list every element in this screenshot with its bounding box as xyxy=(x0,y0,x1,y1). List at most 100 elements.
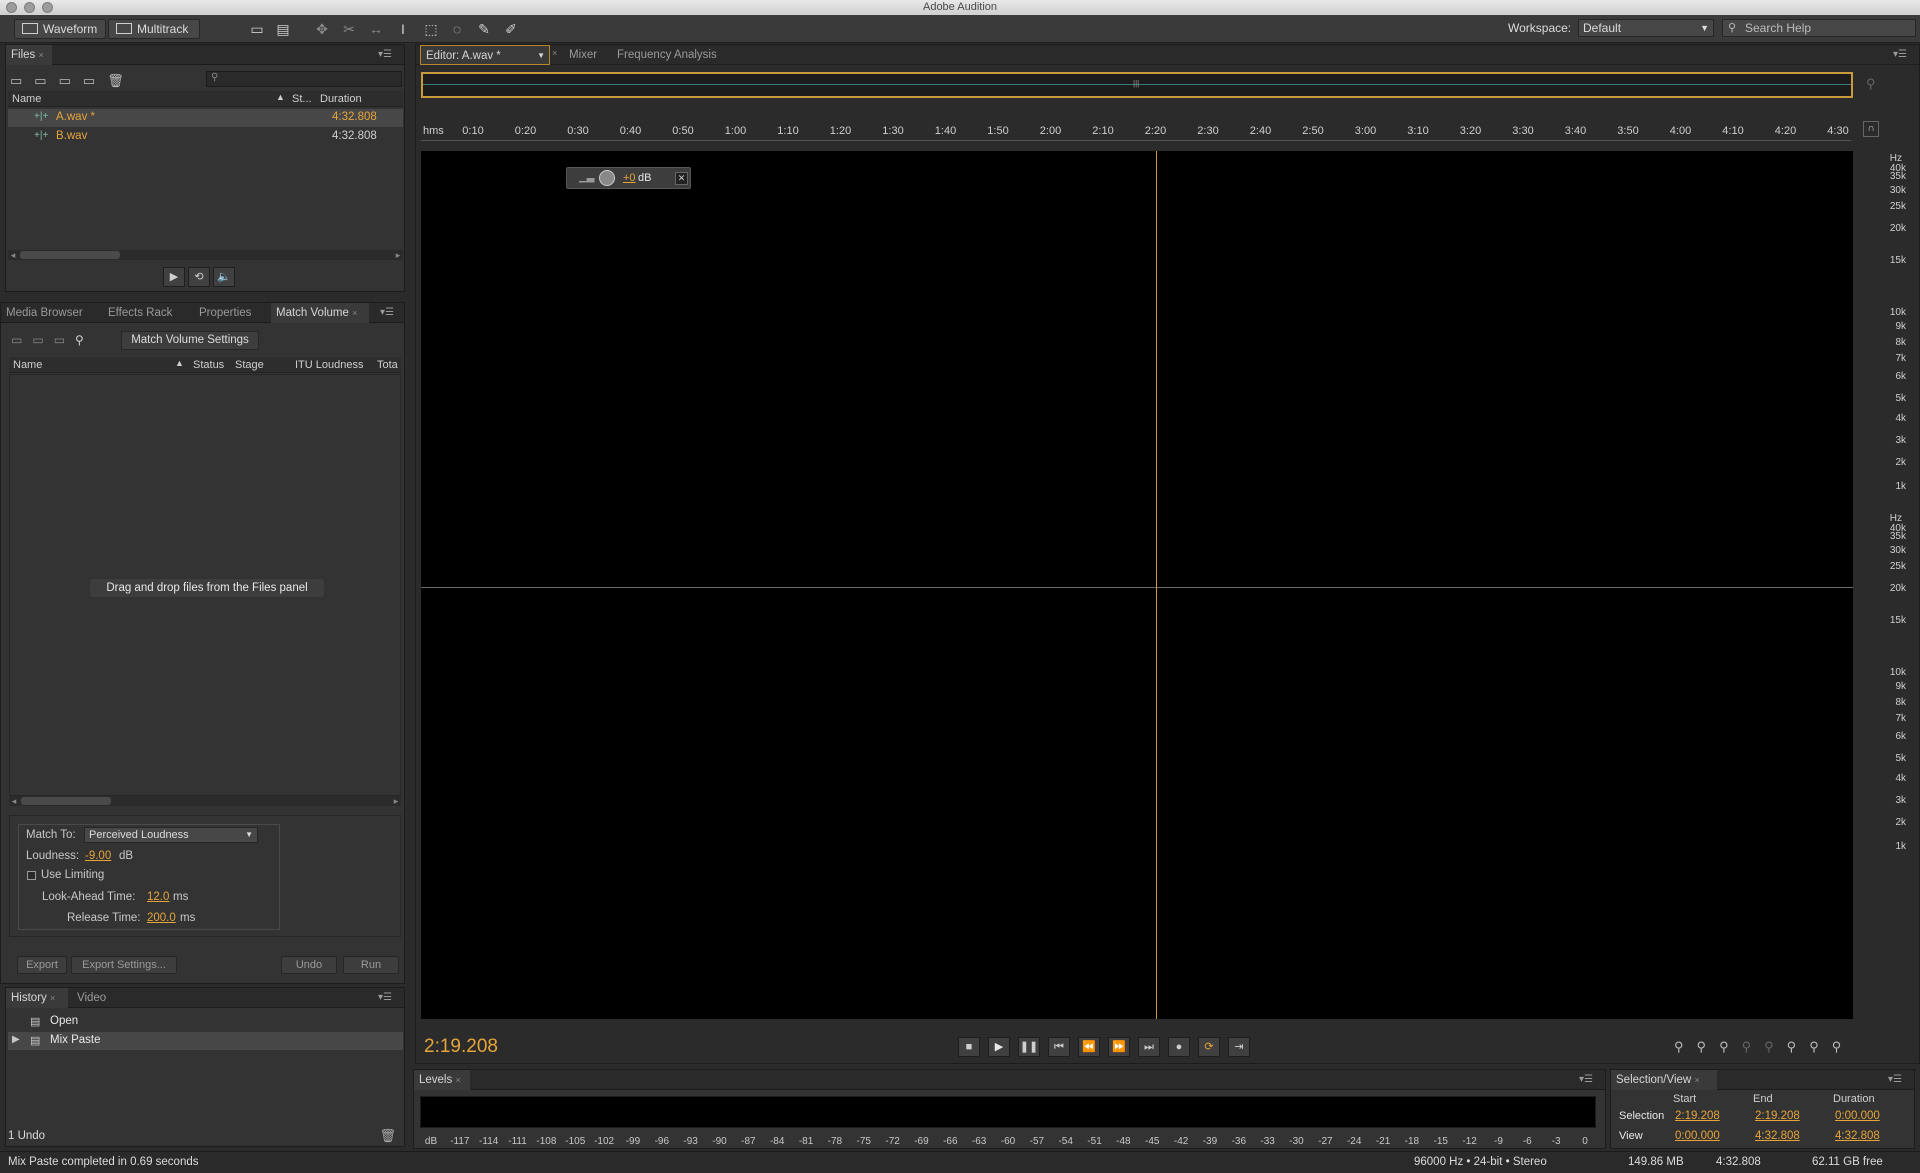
export-settings-button[interactable]: Export Settings... xyxy=(71,956,177,974)
trash-icon[interactable]: 🗑 xyxy=(107,73,136,88)
play-button[interactable]: ▶ xyxy=(988,1037,1010,1057)
close-icon[interactable]: × xyxy=(455,1075,460,1085)
open-folder-icon[interactable]: ▭ xyxy=(10,73,34,88)
files-search-input[interactable]: ⚲ xyxy=(206,71,402,87)
zoom-out-amplitude-icon[interactable]: ⚲ xyxy=(1697,1039,1720,1054)
insert-icon[interactable]: ▭ xyxy=(83,73,107,88)
scroll-right-icon[interactable]: ▸ xyxy=(393,250,403,260)
multitrack-view-button[interactable]: Multitrack xyxy=(108,19,200,39)
headphones-icon[interactable]: ∩ xyxy=(1863,121,1879,137)
zoom-selection-icon[interactable]: ⚲ xyxy=(1787,1039,1810,1054)
scrollbar-thumb[interactable] xyxy=(21,797,111,805)
current-time-display[interactable]: 2:19.208 xyxy=(424,1036,498,1058)
close-icon[interactable]: × xyxy=(352,308,357,318)
column-total[interactable]: Tota xyxy=(377,359,398,371)
export-button[interactable]: Export xyxy=(17,956,67,974)
tab-history[interactable]: History × xyxy=(6,988,68,1008)
zoom-in-left-icon[interactable]: ⚲ xyxy=(1809,1039,1832,1054)
rewind-button[interactable]: ⏪ xyxy=(1078,1037,1100,1057)
zoom-icon[interactable]: ⚲ xyxy=(1866,76,1876,92)
move-tool-icon[interactable]: ✥ xyxy=(313,20,331,38)
panel-menu-icon[interactable]: ▾☰ xyxy=(1888,1074,1902,1085)
expand-arrow-icon[interactable]: ▶ xyxy=(12,1034,20,1045)
match-to-select[interactable]: Perceived Loudness ▼ xyxy=(84,827,258,843)
remove-icon[interactable]: ▭ xyxy=(32,333,53,347)
scroll-right-icon[interactable]: ▸ xyxy=(391,796,401,806)
column-name[interactable]: Name xyxy=(12,93,41,105)
waveform-view-button[interactable]: Waveform xyxy=(14,19,106,39)
tab-editor[interactable]: Editor: A.wav * ▼ xyxy=(420,45,550,65)
brush-tool-icon[interactable]: ✎ xyxy=(475,20,493,38)
column-status[interactable]: Status xyxy=(193,359,224,371)
zoom-out-time-icon[interactable]: ⚲ xyxy=(1742,1039,1765,1054)
close-window-button[interactable] xyxy=(6,2,17,13)
file-row[interactable]: +|+ A.wav * 4:32.808 xyxy=(8,109,403,127)
panel-menu-icon[interactable]: ▾☰ xyxy=(380,307,394,318)
loop-button[interactable]: ⟲ xyxy=(188,267,210,287)
go-to-end-button[interactable]: ⏭ xyxy=(1138,1037,1160,1057)
pitch-display-icon[interactable]: ▤ xyxy=(274,20,292,38)
close-icon[interactable]: × xyxy=(1694,1075,1699,1085)
column-itu-loudness[interactable]: ITU Loudness xyxy=(295,359,363,371)
spot-healing-tool-icon[interactable]: ✐ xyxy=(502,20,520,38)
view-end[interactable]: 4:32.808 xyxy=(1755,1130,1800,1142)
zoom-in-amplitude-icon[interactable]: ⚲ xyxy=(1674,1039,1697,1054)
lasso-tool-icon[interactable]: ◌ xyxy=(448,20,466,38)
tab-files[interactable]: Files × xyxy=(6,45,52,65)
panel-menu-icon[interactable]: ▾☰ xyxy=(1579,1074,1593,1085)
loop-playback-button[interactable]: ⟳ xyxy=(1198,1037,1220,1057)
tab-levels[interactable]: Levels × xyxy=(414,1070,470,1090)
column-status[interactable]: St... xyxy=(292,93,312,105)
hud-gain-value[interactable]: +0 xyxy=(623,172,636,184)
minimize-window-button[interactable] xyxy=(24,2,35,13)
clear-icon[interactable]: ▭ xyxy=(54,333,75,347)
pause-button[interactable]: ❚❚ xyxy=(1018,1037,1040,1057)
zoom-full-icon[interactable]: ⚲ xyxy=(1764,1039,1787,1054)
hud-gain-control[interactable]: ▁▃ +0 dB ✕ xyxy=(566,167,691,189)
run-button[interactable]: Run xyxy=(343,956,399,974)
chevron-down-icon[interactable]: ▼ xyxy=(537,46,545,66)
stop-button[interactable]: ■ xyxy=(958,1037,980,1057)
slip-tool-icon[interactable]: ↔ xyxy=(367,20,385,38)
panel-menu-icon[interactable]: ▾☰ xyxy=(378,992,392,1003)
gain-knob-icon[interactable] xyxy=(599,170,615,186)
file-row[interactable]: +|+ B.wav 4:32.808 xyxy=(8,128,403,146)
tab-media-browser[interactable]: Media Browser xyxy=(1,303,88,323)
view-start[interactable]: 0:00.000 xyxy=(1675,1130,1720,1142)
files-horizontal-scrollbar[interactable]: ◂ ▸ xyxy=(8,250,403,260)
undo-button[interactable]: Undo xyxy=(281,956,337,974)
tab-video[interactable]: Video xyxy=(72,988,111,1008)
column-name[interactable]: Name xyxy=(13,359,42,371)
marquee-tool-icon[interactable]: ⬚ xyxy=(422,20,440,38)
zoom-window-button[interactable] xyxy=(42,2,53,13)
new-file-icon[interactable]: ▭ xyxy=(59,73,83,88)
go-to-start-button[interactable]: ⏮ xyxy=(1048,1037,1070,1057)
skip-selection-button[interactable]: ⇥ xyxy=(1228,1037,1250,1057)
trash-icon[interactable]: 🗑 xyxy=(379,1128,396,1144)
loudness-value[interactable]: -9.00 xyxy=(85,850,111,862)
zoom-in-time-icon[interactable]: ⚲ xyxy=(1719,1039,1742,1054)
tab-effects-rack[interactable]: Effects Rack xyxy=(103,303,177,323)
tab-selection-view[interactable]: Selection/View × xyxy=(1611,1070,1717,1090)
match-file-list[interactable]: Drag and drop files from the Files panel xyxy=(9,374,401,796)
workspace-select[interactable]: Default ▼ xyxy=(1578,19,1714,37)
autoplay-speaker-button[interactable]: 🔈 xyxy=(213,267,235,287)
close-icon[interactable]: × xyxy=(38,50,43,60)
tab-properties[interactable]: Properties xyxy=(194,303,256,323)
close-icon[interactable]: × xyxy=(50,993,55,1003)
import-icon[interactable]: ▭ xyxy=(34,73,58,88)
panel-menu-icon[interactable]: ▾☰ xyxy=(1893,49,1907,60)
search-help-field[interactable]: ⚲ Search Help xyxy=(1722,19,1916,37)
time-ruler[interactable]: hms 0:10 0:20 0:30 0:40 0:50 1:00 1:10 1:20 1:30… xyxy=(421,119,1851,141)
playhead[interactable] xyxy=(1156,151,1157,1019)
tab-frequency-analysis[interactable]: Frequency Analysis xyxy=(612,45,722,65)
zoom-in-right-icon[interactable]: ⚲ xyxy=(1832,1039,1855,1054)
spectral-display-icon[interactable]: ▭ xyxy=(248,20,266,38)
match-horizontal-scrollbar[interactable]: ◂ ▸ xyxy=(9,796,401,806)
column-stage[interactable]: Stage xyxy=(235,359,264,371)
tab-match-volume[interactable]: Match Volume × xyxy=(271,303,369,323)
history-item[interactable]: ▤ Open xyxy=(8,1013,403,1031)
overview-navigator[interactable]: ||| xyxy=(421,72,1853,98)
spectral-display[interactable]: ▁▃ +0 dB ✕ xyxy=(421,151,1853,1019)
record-button[interactable]: ● xyxy=(1168,1037,1190,1057)
